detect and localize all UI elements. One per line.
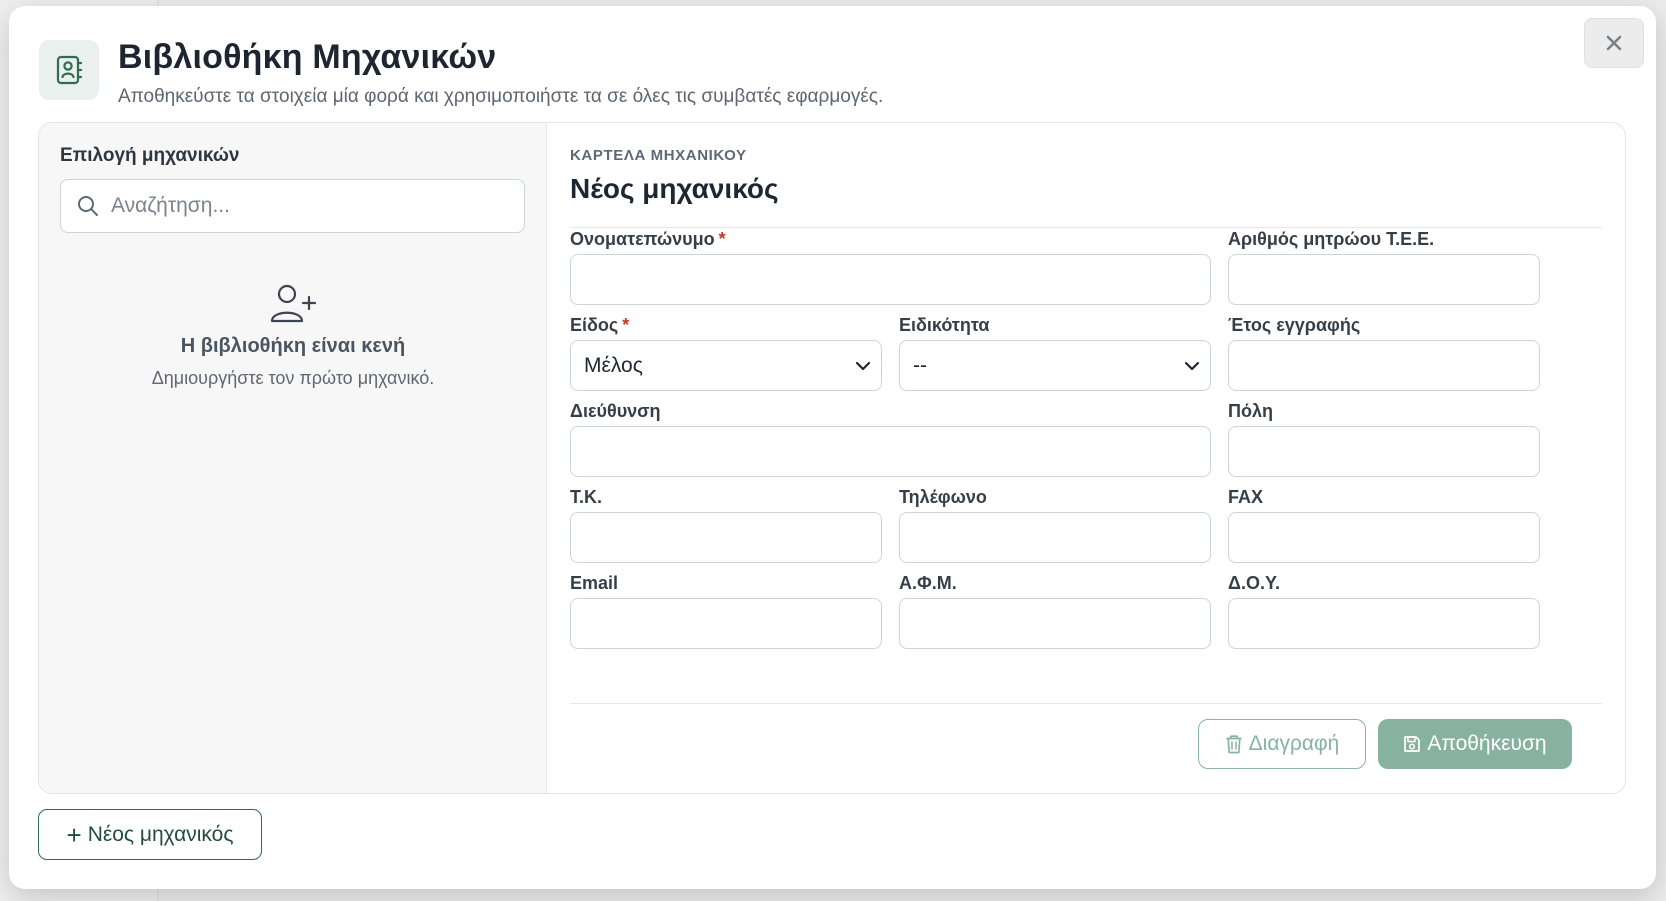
city-field[interactable] xyxy=(1228,426,1540,477)
add-user-icon xyxy=(270,284,317,323)
full-name-field[interactable] xyxy=(570,254,1211,305)
email-field[interactable] xyxy=(570,598,882,649)
type-select[interactable]: Μέλος xyxy=(570,340,882,391)
full-name-input[interactable] xyxy=(571,255,1210,304)
delete-button-label: Διαγραφή xyxy=(1248,732,1340,755)
phone-input[interactable] xyxy=(900,513,1210,562)
engineer-card-pane: ΚΑΡΤΕΛΑ ΜΗΧΑΝΙΚΟΥ Νέος μηχανικός Ονοματε… xyxy=(547,123,1625,793)
address-field[interactable] xyxy=(570,426,1211,477)
phone-field[interactable] xyxy=(899,512,1211,563)
modal-title: Βιβλιοθήκη Μηχανικών xyxy=(118,38,497,76)
close-icon xyxy=(1606,35,1622,51)
full-name-label: Ονοματεπώνυμο * xyxy=(570,229,726,250)
type-label: Είδος * xyxy=(570,315,629,336)
card-kicker: ΚΑΡΤΕΛΑ ΜΗΧΑΝΙΚΟΥ xyxy=(570,147,747,164)
type-label-text: Είδος xyxy=(570,315,619,335)
city-input[interactable] xyxy=(1229,427,1539,476)
address-input[interactable] xyxy=(571,427,1210,476)
engineers-library-modal: Βιβλιοθήκη Μηχανικών Αποθηκεύστε τα στοι… xyxy=(9,6,1656,889)
required-marker: * xyxy=(718,229,726,249)
specialty-select[interactable]: -- xyxy=(899,340,1211,391)
email-label: Email xyxy=(570,573,619,593)
specialty-select-value: -- xyxy=(913,353,927,377)
tee-number-input[interactable] xyxy=(1229,255,1539,304)
modal-subtitle: Αποθηκεύστε τα στοιχεία μία φορά και χρη… xyxy=(118,86,884,107)
engineer-selector-pane: Επιλογή μηχανικών Η βιβλιοθήκη είναι κεν… xyxy=(39,123,547,793)
content-panel: Επιλογή μηχανικών Η βιβλιοθήκη είναι κεν… xyxy=(38,122,1626,794)
afm-input[interactable] xyxy=(900,599,1210,648)
empty-state: Η βιβλιοθήκη είναι κενή Δημιουργήστε τον… xyxy=(39,283,547,389)
card-title: Νέος μηχανικός xyxy=(570,173,779,204)
trash-icon xyxy=(1226,735,1242,754)
registration-year-input[interactable] xyxy=(1229,341,1539,390)
save-button-label: Αποθήκευση xyxy=(1427,732,1547,755)
doy-label: Δ.Ο.Υ. xyxy=(1228,573,1280,593)
new-engineer-button-label: Νέος μηχανικός xyxy=(87,822,234,846)
address-book-icon xyxy=(39,40,99,100)
divider xyxy=(570,703,1602,704)
floppy-disk-icon xyxy=(1404,736,1421,752)
tee-number-field[interactable] xyxy=(1228,254,1540,305)
doy-field[interactable] xyxy=(1228,598,1540,649)
fax-label: FAX xyxy=(1228,487,1264,507)
postal-code-label: Τ.Κ. xyxy=(570,487,603,507)
fax-field[interactable] xyxy=(1228,512,1540,563)
close-button[interactable] xyxy=(1584,18,1644,68)
full-name-label-text: Ονοματεπώνυμο xyxy=(570,229,715,249)
search-box[interactable] xyxy=(60,179,525,233)
registration-year-label: Έτος εγγραφής xyxy=(1228,315,1361,335)
chevron-down-icon xyxy=(1184,361,1200,370)
selector-heading: Επιλογή μηχανικών xyxy=(60,145,240,166)
postal-code-field[interactable] xyxy=(570,512,882,563)
chevron-down-icon xyxy=(855,361,871,370)
required-marker: * xyxy=(622,315,630,335)
afm-label: Α.Φ.Μ. xyxy=(899,573,957,593)
empty-title: Η βιβλιοθήκη είναι κενή xyxy=(180,335,406,357)
phone-label: Τηλέφωνο xyxy=(899,487,987,507)
divider xyxy=(570,227,1602,228)
afm-field[interactable] xyxy=(899,598,1211,649)
save-button[interactable]: Αποθήκευση xyxy=(1378,719,1572,769)
address-label: Διεύθυνση xyxy=(570,401,661,421)
email-input[interactable] xyxy=(571,599,881,648)
postal-code-input[interactable] xyxy=(571,513,881,562)
empty-subtitle: Δημιουργήστε τον πρώτο μηχανικό. xyxy=(151,368,435,388)
search-icon xyxy=(78,196,98,216)
doy-input[interactable] xyxy=(1229,599,1539,648)
specialty-label: Ειδικότητα xyxy=(899,315,990,335)
search-input[interactable] xyxy=(111,194,511,218)
fax-input[interactable] xyxy=(1229,513,1539,562)
delete-button[interactable]: Διαγραφή xyxy=(1198,719,1366,769)
plus-icon: + xyxy=(66,819,82,850)
new-engineer-button[interactable]: + Νέος μηχανικός xyxy=(38,809,262,860)
registration-year-field[interactable] xyxy=(1228,340,1540,391)
tee-number-label: Αριθμός μητρώου Τ.Ε.Ε. xyxy=(1228,229,1435,249)
type-select-value: Μέλος xyxy=(584,353,643,377)
city-label: Πόλη xyxy=(1228,401,1273,421)
